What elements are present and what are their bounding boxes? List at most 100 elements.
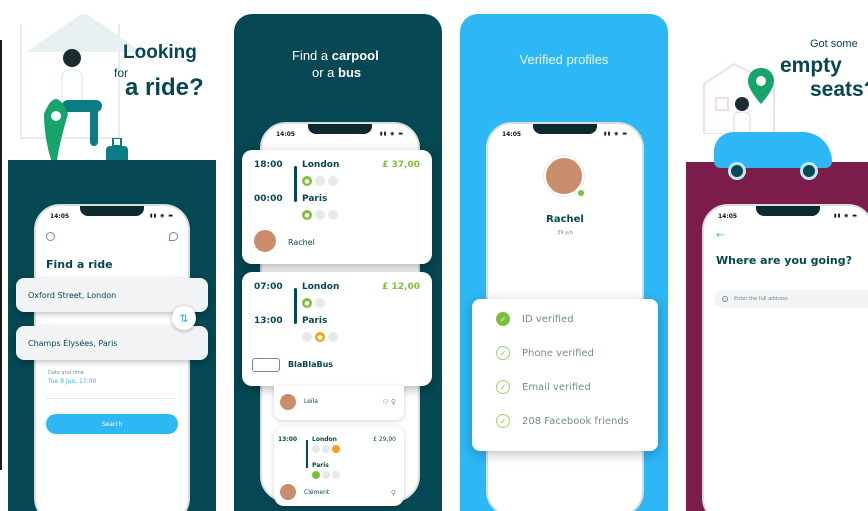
empty-icon xyxy=(332,471,340,479)
to-input[interactable]: Champs Élysées, Paris xyxy=(16,326,208,360)
headline-or-a: or a xyxy=(312,65,335,80)
avatar xyxy=(278,482,298,502)
from-value: Oxford Street, London xyxy=(28,290,117,300)
headline-carpool: carpool xyxy=(331,48,379,63)
departure-city: London xyxy=(302,282,340,292)
headline-line1: Got some xyxy=(810,38,858,50)
departure-city: London xyxy=(302,160,340,170)
comfort-icon: ● xyxy=(302,176,312,186)
check-icon: ✓ xyxy=(496,414,510,428)
check-phone: ✓ Phone verified xyxy=(496,346,594,360)
signal-icon: ▮▮ ◉ ▬ xyxy=(379,131,404,137)
search-button[interactable]: Search xyxy=(46,414,178,434)
headline-find-a: Find a xyxy=(292,48,329,63)
screenshot-find-carpool: Find a carpool or a bus 14:05 ▮▮ ◉ ▬ 18:0… xyxy=(234,14,442,511)
check-label: Email verified xyxy=(522,381,591,393)
empty-icon xyxy=(328,176,338,186)
status-time: 14:05 xyxy=(276,131,296,138)
trip-price: £ 12,00 xyxy=(382,282,420,292)
check-label: Phone verified xyxy=(522,347,594,359)
route-line xyxy=(306,440,308,468)
comfort-icon: ● xyxy=(302,210,312,220)
screenshot-offer-seats: Got some empty seats? 14:05 ▮▮ ◉ ▬ ← Wher… xyxy=(686,14,868,511)
screenshot-verified-profiles: Verified profiles 14:05 ▮▮ ◉ ▬ Rachel 39 … xyxy=(460,14,668,511)
arrival-city: Paris xyxy=(302,194,328,204)
empty-icon xyxy=(322,445,330,453)
divider xyxy=(46,398,176,399)
avatar xyxy=(278,392,298,412)
trip-price: £ 37,00 xyxy=(382,160,420,170)
status-time: 14:05 xyxy=(718,213,738,220)
bus-stop-icon xyxy=(332,445,340,453)
wheel-icon xyxy=(728,162,746,180)
page-title: Where are you going? xyxy=(716,254,852,267)
address-input[interactable]: Enter the full address xyxy=(714,290,868,308)
operator-name: BlaBlaBus xyxy=(288,360,334,369)
search-icon xyxy=(722,296,728,302)
bus-icon xyxy=(252,358,280,372)
check-icon: ✓ xyxy=(496,312,510,326)
trip-card-bus[interactable]: 07:00 London £ 12,00 ● 13:00 Paris ● Bla… xyxy=(242,272,432,386)
signal-icon: ▮▮ ◉ ▬ xyxy=(603,131,628,137)
empty-icon xyxy=(302,332,312,342)
check-facebook: ✓ 208 Facebook friends xyxy=(496,414,629,428)
driver-name: Clément xyxy=(304,489,330,496)
address-placeholder: Enter the full address xyxy=(734,296,788,302)
headline-line3: seats? xyxy=(810,78,868,101)
amenities-icon: ♀ xyxy=(390,489,396,497)
empty-icon xyxy=(328,210,338,220)
headline: Verified profiles xyxy=(519,52,609,67)
driver-name: Rachel xyxy=(288,238,315,247)
departure-time: 18:00 xyxy=(254,160,283,170)
profile-icon[interactable] xyxy=(46,232,55,241)
empty-icon xyxy=(312,445,320,453)
departure-city: London xyxy=(312,436,337,443)
signal-icon: ▮▮ ◉ ▬ xyxy=(149,213,174,219)
trip-card-partial[interactable]: Leïla ⚇ ♀ xyxy=(274,386,404,420)
arrival-city: Paris xyxy=(302,316,328,326)
route-line xyxy=(294,288,297,324)
check-id: ✓ ID verified xyxy=(496,312,574,326)
phone-mockup: 14:05 ▮▮ ◉ ▬ ← Where are you going? Enter… xyxy=(702,204,868,511)
route-line xyxy=(294,166,297,202)
date-label: Date and time xyxy=(48,370,84,376)
trip-card-carpool[interactable]: 18:00 London £ 37,00 ● 00:00 Paris ● Rac… xyxy=(242,150,432,264)
comfort-icon xyxy=(312,471,320,479)
empty-icon xyxy=(328,332,338,342)
departure-time: 13:00 xyxy=(278,436,298,443)
to-value: Champs Élysées, Paris xyxy=(28,338,118,348)
headline-line2: or a bus xyxy=(312,65,361,80)
trip-card-small[interactable]: 13:00 London £ 29,00 Paris Clément ♀ xyxy=(274,426,404,506)
arrival-city: Paris xyxy=(312,462,329,469)
status-time: 14:05 xyxy=(50,213,70,220)
arrival-time: 13:00 xyxy=(254,316,283,326)
profile-name: Rachel xyxy=(546,214,584,225)
carousel-edge xyxy=(0,40,2,470)
headline-line1: Find a carpool xyxy=(292,48,379,63)
profile-age: 39 y/o xyxy=(557,230,573,236)
date-value[interactable]: Tue 8 jun, 17:00 xyxy=(48,378,96,385)
verified-badge-icon xyxy=(576,188,586,198)
driver-name: Leïla xyxy=(304,398,318,405)
empty-icon xyxy=(315,298,325,308)
check-label: ID verified xyxy=(522,313,574,325)
status-time: 14:05 xyxy=(502,131,522,138)
chat-icon[interactable] xyxy=(169,232,178,241)
headline-line2: empty xyxy=(780,54,842,77)
check-icon: ✓ xyxy=(496,380,510,394)
back-arrow-icon[interactable]: ← xyxy=(716,230,724,241)
check-label: 208 Facebook friends xyxy=(522,415,629,427)
amenities-icon: ⚇ ♀ xyxy=(382,398,396,406)
comfort-icon: ● xyxy=(302,298,312,308)
headline-bus: bus xyxy=(338,65,362,80)
empty-icon xyxy=(315,176,325,186)
swap-icon[interactable]: ⇅ xyxy=(172,306,196,330)
check-icon: ✓ xyxy=(496,346,510,360)
signal-icon: ▮▮ ◉ ▬ xyxy=(833,213,858,219)
screenshot-find-a-ride: Looking for a ride? 14:05 ▮▮ ◉ ▬ Find a r… xyxy=(8,14,216,511)
departure-time: 07:00 xyxy=(254,282,283,292)
page-title: Find a ride xyxy=(46,258,113,271)
wheel-icon xyxy=(800,162,818,180)
empty-icon xyxy=(315,210,325,220)
headline-line2: a ride? xyxy=(125,74,204,101)
